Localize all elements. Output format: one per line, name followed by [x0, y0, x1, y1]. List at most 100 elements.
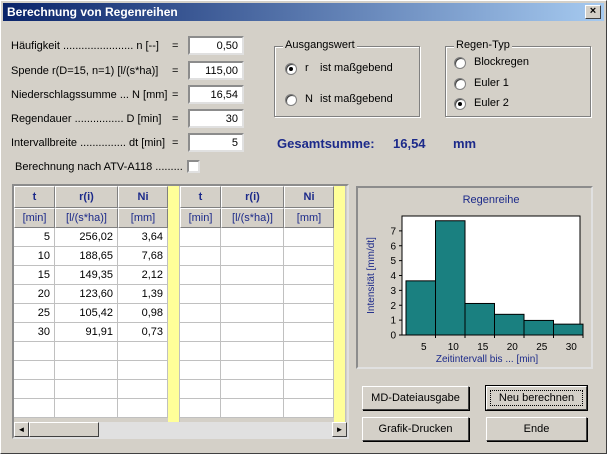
- table-cell[interactable]: [180, 304, 221, 323]
- radio-r[interactable]: [285, 63, 297, 75]
- radio-euler2[interactable]: [454, 98, 466, 110]
- table-cell[interactable]: 3,64: [118, 228, 168, 247]
- table-cell[interactable]: [180, 266, 221, 285]
- data-grid[interactable]: t r(i) Ni t r(i) Ni [min] [l/(s*ha)] [mm…: [12, 184, 349, 439]
- histogram-bar: [464, 302, 495, 336]
- table-cell[interactable]: [221, 399, 284, 418]
- table-cell[interactable]: [284, 247, 334, 266]
- table-cell[interactable]: [284, 266, 334, 285]
- table-cell[interactable]: [14, 399, 55, 418]
- equals-sign: =: [172, 137, 179, 149]
- table-cell[interactable]: 15: [14, 266, 55, 285]
- table-cell[interactable]: 0,98: [118, 304, 168, 323]
- table-cell[interactable]: [14, 380, 55, 399]
- histogram-bar: [494, 313, 525, 336]
- y-tick-label: 6: [390, 241, 396, 252]
- table-cell[interactable]: 123,60: [55, 285, 118, 304]
- table-cell[interactable]: [180, 228, 221, 247]
- table-cell[interactable]: [55, 380, 118, 399]
- radio-blockregen[interactable]: [454, 57, 466, 69]
- table-cell[interactable]: [118, 361, 168, 380]
- histogram-bar: [405, 280, 436, 336]
- close-button[interactable]: ×: [585, 5, 601, 19]
- table-cell[interactable]: [180, 285, 221, 304]
- atv-checkbox[interactable]: [187, 160, 200, 173]
- table-cell[interactable]: [118, 380, 168, 399]
- neu-berechnen-button[interactable]: Neu berechnen: [485, 385, 588, 411]
- table-cell[interactable]: 256,02: [55, 228, 118, 247]
- table-cell[interactable]: [55, 342, 118, 361]
- table-cell[interactable]: [221, 342, 284, 361]
- niederschlag-input[interactable]: 16,54: [188, 85, 244, 104]
- spende-input[interactable]: 115,00: [188, 61, 244, 80]
- table-cell[interactable]: 25: [14, 304, 55, 323]
- table-cell[interactable]: [55, 361, 118, 380]
- table-cell[interactable]: [284, 380, 334, 399]
- y-tick-label: 0: [390, 331, 396, 342]
- grafik-drucken-button[interactable]: Grafik-Drucken: [362, 417, 469, 441]
- scroll-left-button[interactable]: ◄: [14, 422, 29, 437]
- header-ri: r(i): [55, 186, 118, 208]
- title-bar: Berechnung von Regenreihen ×: [3, 3, 604, 21]
- table-cell[interactable]: 30: [14, 323, 55, 342]
- md-dateiausgabe-button[interactable]: MD-Dateiausgabe: [362, 386, 469, 410]
- table-cell[interactable]: [118, 342, 168, 361]
- separator-column: [168, 186, 180, 426]
- table-cell[interactable]: [55, 399, 118, 418]
- table-cell[interactable]: [284, 285, 334, 304]
- table-cell[interactable]: [284, 399, 334, 418]
- table-cell[interactable]: [284, 304, 334, 323]
- table-cell[interactable]: 91,91: [55, 323, 118, 342]
- table-cell[interactable]: 188,65: [55, 247, 118, 266]
- table-cell[interactable]: [221, 285, 284, 304]
- table-cell[interactable]: [284, 228, 334, 247]
- table-cell[interactable]: 7,68: [118, 247, 168, 266]
- x-tick-label: 5: [421, 342, 427, 353]
- intervallbreite-input[interactable]: 5: [188, 133, 244, 152]
- table-cell[interactable]: 2,12: [118, 266, 168, 285]
- table-cell[interactable]: [221, 380, 284, 399]
- label-regendauer: Regendauer ................ D [min]: [11, 113, 162, 125]
- total-unit: mm: [453, 136, 477, 151]
- table-cell[interactable]: [284, 323, 334, 342]
- table-cell[interactable]: 1,39: [118, 285, 168, 304]
- table-cell[interactable]: [118, 399, 168, 418]
- unit-ni: [mm]: [118, 208, 168, 228]
- table-cell[interactable]: [284, 361, 334, 380]
- table-cell[interactable]: [180, 380, 221, 399]
- scroll-right-button[interactable]: ►: [332, 422, 347, 437]
- table-cell[interactable]: [180, 247, 221, 266]
- histogram-bar: [553, 323, 584, 336]
- haeufigkeit-input[interactable]: 0,50: [188, 36, 244, 55]
- table-cell[interactable]: [14, 361, 55, 380]
- table-cell[interactable]: [221, 247, 284, 266]
- table-cell[interactable]: [221, 228, 284, 247]
- regendauer-input[interactable]: 30: [188, 109, 244, 128]
- horizontal-scrollbar[interactable]: ◄ ►: [14, 422, 347, 437]
- table-cell[interactable]: [180, 323, 221, 342]
- radio-euler1[interactable]: [454, 78, 466, 90]
- radio-n[interactable]: [285, 94, 297, 106]
- table-cell[interactable]: [14, 342, 55, 361]
- scroll-thumb[interactable]: [29, 422, 99, 437]
- table-cell[interactable]: [284, 342, 334, 361]
- table-cell[interactable]: 20: [14, 285, 55, 304]
- table-cell[interactable]: 5: [14, 228, 55, 247]
- table-cell[interactable]: [221, 323, 284, 342]
- table-cell[interactable]: 0,73: [118, 323, 168, 342]
- table-cell[interactable]: 105,42: [55, 304, 118, 323]
- table-cell[interactable]: 10: [14, 247, 55, 266]
- table-cell[interactable]: 149,35: [55, 266, 118, 285]
- radio-r-text: ist maßgebend: [320, 62, 393, 74]
- ende-button[interactable]: Ende: [486, 417, 587, 441]
- label-intervallbreite: Intervallbreite ............... dt [min]: [11, 137, 166, 149]
- header-t-2: t: [180, 186, 221, 208]
- atv-label: Berechnung nach ATV-A118 .........: [15, 161, 183, 173]
- table-cell[interactable]: [180, 342, 221, 361]
- table-cell[interactable]: [221, 266, 284, 285]
- table-cell[interactable]: [180, 361, 221, 380]
- table-cell[interactable]: [180, 399, 221, 418]
- table-cell[interactable]: [221, 361, 284, 380]
- table-cell[interactable]: [221, 304, 284, 323]
- histogram-bar: [435, 220, 466, 336]
